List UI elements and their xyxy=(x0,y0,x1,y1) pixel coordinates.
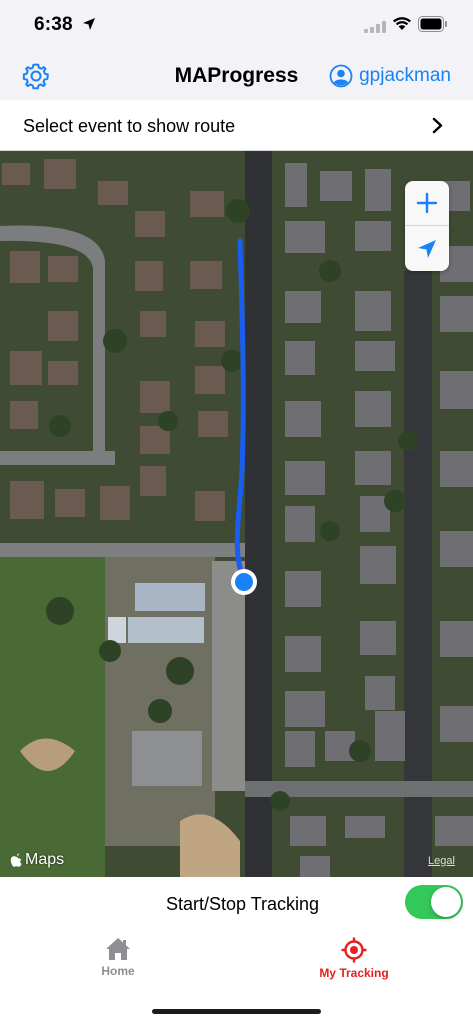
wifi-icon xyxy=(393,17,411,30)
navigation-bar: MAProgress gpjackman xyxy=(0,52,473,100)
status-bar: 6:38 xyxy=(0,0,473,52)
locate-me-button[interactable] xyxy=(405,226,449,271)
battery-icon xyxy=(418,16,447,32)
tab-my-tracking-label: My Tracking xyxy=(319,966,389,980)
tracking-label: Start/Stop Tracking xyxy=(166,894,320,914)
home-indicator[interactable] xyxy=(152,1009,321,1014)
tracking-row: Start/Stop Tracking xyxy=(0,877,473,929)
map-controls xyxy=(405,181,449,271)
tab-home-label: Home xyxy=(101,964,135,978)
location-arrow-icon xyxy=(418,239,436,258)
maps-attribution: Maps xyxy=(10,851,64,869)
zoom-in-button[interactable] xyxy=(405,181,449,226)
select-event-label: Select event to show route xyxy=(23,116,236,136)
tracking-toggle[interactable] xyxy=(405,885,463,919)
toggle-knob xyxy=(431,887,461,917)
legal-link[interactable]: Legal xyxy=(428,855,455,867)
maps-attribution-text: Maps xyxy=(25,851,65,868)
map-view[interactable]: Maps Legal xyxy=(0,151,473,877)
house-icon xyxy=(106,938,130,960)
select-event-row[interactable]: Select event to show route xyxy=(0,100,473,151)
apple-logo-icon xyxy=(10,853,22,867)
username-label: gpjackman xyxy=(359,65,451,86)
zoom-in-icon xyxy=(416,192,438,214)
satellite-imagery xyxy=(0,151,473,877)
status-time: 6:38 xyxy=(34,14,73,35)
tab-my-tracking[interactable]: My Tracking xyxy=(294,937,414,980)
cellular-signal-icon xyxy=(364,21,386,33)
tab-bar: Home My Tracking xyxy=(0,929,473,1024)
chevron-right-icon xyxy=(432,117,443,134)
person-circle-icon xyxy=(329,64,353,88)
location-arrow-icon xyxy=(83,18,95,30)
tab-home[interactable]: Home xyxy=(58,937,178,978)
user-account-button[interactable]: gpjackman xyxy=(329,62,451,90)
target-icon xyxy=(341,937,367,963)
